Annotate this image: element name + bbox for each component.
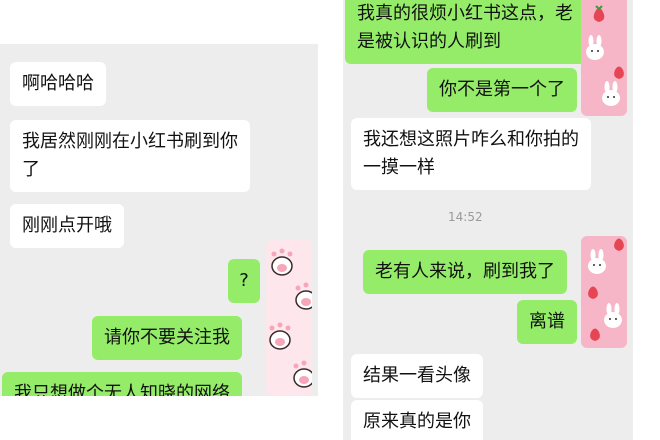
outgoing-message: ? — [228, 259, 260, 303]
bear-paw-avatar-icon[interactable] — [266, 240, 312, 396]
outgoing-message: 我真的很烦小红书这点，老 是被认识的人刷到 — [345, 0, 585, 64]
right-chat-panel: 我真的很烦小红书这点，老 是被认识的人刷到 你不是第一个了 我还想这照片咋么和你… — [343, 0, 633, 440]
outgoing-message: 我只想做个无人知晓的网络 — [2, 372, 242, 396]
message-text: ? — [239, 270, 249, 291]
message-text: 你不是第一个了 — [439, 79, 565, 100]
message-text: 离谱 — [529, 311, 565, 332]
message-text: 我还想这照片咋么和你拍的 — [363, 129, 579, 150]
bunny-strawberry-avatar-icon[interactable] — [581, 236, 627, 348]
outgoing-message: 离谱 — [517, 300, 577, 344]
incoming-message: 我还想这照片咋么和你拍的 一摸一样 — [351, 118, 591, 190]
incoming-message: 原来真的是你 — [351, 400, 483, 440]
incoming-message: 我居然刚刚在小红书刷到你 了 — [10, 120, 250, 192]
message-text: 原来真的是你 — [363, 411, 471, 432]
message-text: 一摸一样 — [363, 157, 435, 178]
message-text: 请你不要关注我 — [104, 327, 230, 348]
message-text: 啊哈哈哈 — [22, 73, 94, 94]
incoming-message: 啊哈哈哈 — [10, 62, 106, 106]
message-text: 我居然刚刚在小红书刷到你 — [22, 131, 238, 152]
message-text: 我真的很烦小红书这点，老 — [357, 3, 573, 24]
outgoing-message: 请你不要关注我 — [92, 316, 242, 360]
message-text: 结果一看头像 — [363, 365, 471, 386]
bunny-strawberry-avatar-icon[interactable] — [581, 0, 627, 116]
outgoing-message: 老有人来说，刷到我了 — [363, 250, 567, 294]
incoming-message: 刚刚点开哦 — [10, 204, 124, 248]
message-text: 了 — [22, 159, 40, 180]
message-text: 刚刚点开哦 — [22, 215, 112, 236]
left-chat-panel: 啊哈哈哈 我居然刚刚在小红书刷到你 了 刚刚点开哦 ? 请你不要关注我 我只想做… — [0, 44, 318, 396]
message-timestamp: 14:52 — [448, 210, 483, 224]
outgoing-message: 你不是第一个了 — [427, 68, 577, 112]
message-text: 是被认识的人刷到 — [357, 31, 501, 52]
message-text: 老有人来说，刷到我了 — [375, 261, 555, 282]
incoming-message: 结果一看头像 — [351, 354, 483, 398]
message-text: 我只想做个无人知晓的网络 — [14, 383, 230, 396]
